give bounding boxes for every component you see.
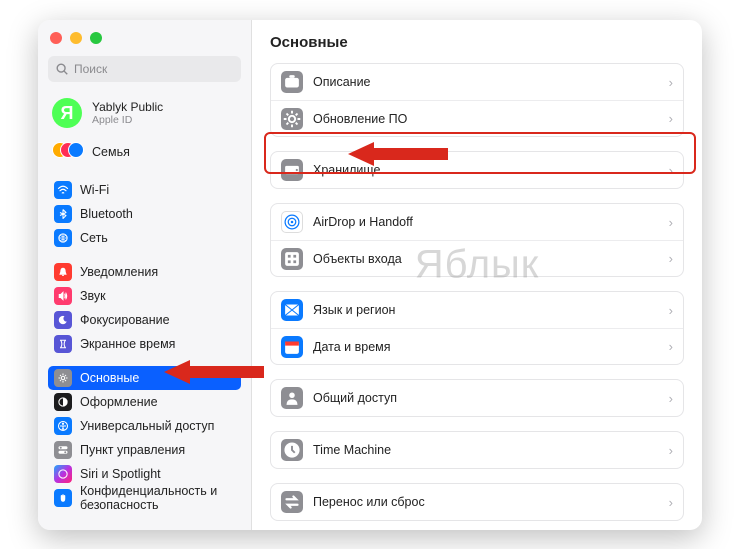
sidebar-item-label: Уведомления <box>80 265 158 279</box>
chevron-right-icon: › <box>669 303 673 318</box>
sidebar-item-2-2[interactable]: Универсальный доступ <box>48 414 241 438</box>
sidebar-item-2-0[interactable]: Основные <box>48 366 241 390</box>
account-sub: Apple ID <box>92 114 163 126</box>
chevron-right-icon: › <box>669 75 673 90</box>
sidebar-item-0-2[interactable]: Сеть <box>48 226 241 250</box>
sidebar-item-1-2[interactable]: Фокусирование <box>48 308 241 332</box>
search-icon <box>55 62 69 76</box>
sidebar-item-label: Wi-Fi <box>80 183 109 197</box>
row-label: Перенос или сброс <box>313 495 669 509</box>
sidebar-nav: Wi-Fi Bluetooth Сеть Уведомления Звук Фокусир… <box>48 178 241 510</box>
sidebar-item-label: Экранное время <box>80 337 175 351</box>
settings-group: Time Machine› <box>270 431 684 469</box>
chevron-right-icon: › <box>669 111 673 126</box>
row-label: Обновление ПО <box>313 112 669 126</box>
close-button[interactable] <box>50 32 62 44</box>
settings-group: Хранилище› <box>270 151 684 189</box>
sidebar-item-2-4[interactable]: Siri и Spotlight <box>48 462 241 486</box>
chevron-right-icon: › <box>669 391 673 406</box>
row-label: Дата и время <box>313 340 669 354</box>
sidebar: Я Yablyk Public Apple ID Семья Wi-Fi Blue… <box>38 20 252 530</box>
sidebar-item-label: Пункт управления <box>80 443 185 457</box>
settings-row-0-1[interactable]: Обновление ПО› <box>271 100 683 136</box>
chevron-right-icon: › <box>669 339 673 354</box>
chevron-right-icon: › <box>669 443 673 458</box>
settings-row-5-0[interactable]: Time Machine› <box>271 432 683 468</box>
page-title: Основные <box>270 34 684 51</box>
row-label: Объекты входа <box>313 252 669 266</box>
chevron-right-icon: › <box>669 495 673 510</box>
sidebar-item-1-3[interactable]: Экранное время <box>48 332 241 356</box>
settings-row-1-0[interactable]: Хранилище› <box>271 152 683 188</box>
row-label: Описание <box>313 75 669 89</box>
settings-row-3-1[interactable]: Дата и время› <box>271 328 683 364</box>
settings-group: Перенос или сброс› <box>270 483 684 521</box>
apple-id-section[interactable]: Я Yablyk Public Apple ID <box>48 92 241 138</box>
settings-window: Я Yablyk Public Apple ID Семья Wi-Fi Blue… <box>38 20 702 530</box>
settings-group: AirDrop и Handoff›Объекты входа› <box>270 203 684 277</box>
chevron-right-icon: › <box>669 251 673 266</box>
search-field-wrapper <box>48 56 241 82</box>
sidebar-item-2-5[interactable]: Конфиденциальность и безопасность <box>48 486 241 510</box>
row-label: AirDrop и Handoff <box>313 215 669 229</box>
settings-row-6-0[interactable]: Перенос или сброс› <box>271 484 683 520</box>
minimize-button[interactable] <box>70 32 82 44</box>
sidebar-item-label: Универсальный доступ <box>80 419 214 433</box>
sidebar-item-1-1[interactable]: Звук <box>48 284 241 308</box>
window-controls <box>48 32 241 44</box>
sidebar-item-label: Оформление <box>80 395 158 409</box>
main-content: Основные Описание›Обновление ПО›Хранилищ… <box>252 20 702 530</box>
settings-row-2-1[interactable]: Объекты входа› <box>271 240 683 276</box>
settings-group: Описание›Обновление ПО› <box>270 63 684 137</box>
settings-group: Язык и регион›Дата и время› <box>270 291 684 365</box>
settings-group: Общий доступ› <box>270 379 684 417</box>
row-label: Time Machine <box>313 443 669 457</box>
chevron-right-icon: › <box>669 163 673 178</box>
sidebar-item-label: Siri и Spotlight <box>80 467 161 481</box>
sidebar-item-label: Конфиденциальность и безопасность <box>80 484 235 512</box>
settings-row-0-0[interactable]: Описание› <box>271 64 683 100</box>
account-name: Yablyk Public <box>92 100 163 114</box>
maximize-button[interactable] <box>90 32 102 44</box>
family-icon <box>52 142 82 162</box>
search-input[interactable] <box>48 56 241 82</box>
family-section[interactable]: Семья <box>48 138 241 172</box>
sidebar-item-label: Звук <box>80 289 106 303</box>
sidebar-item-label: Фокусирование <box>80 313 170 327</box>
sidebar-item-label: Основные <box>80 371 139 385</box>
sidebar-item-1-0[interactable]: Уведомления <box>48 260 241 284</box>
row-label: Хранилище <box>313 163 669 177</box>
row-label: Общий доступ <box>313 391 669 405</box>
sidebar-item-label: Bluetooth <box>80 207 133 221</box>
settings-row-4-0[interactable]: Общий доступ› <box>271 380 683 416</box>
family-label: Семья <box>92 145 130 159</box>
sidebar-item-0-0[interactable]: Wi-Fi <box>48 178 241 202</box>
sidebar-item-0-1[interactable]: Bluetooth <box>48 202 241 226</box>
sidebar-item-label: Сеть <box>80 231 108 245</box>
sidebar-item-2-1[interactable]: Оформление <box>48 390 241 414</box>
row-label: Язык и регион <box>313 303 669 317</box>
settings-row-2-0[interactable]: AirDrop и Handoff› <box>271 204 683 240</box>
avatar: Я <box>52 98 82 128</box>
chevron-right-icon: › <box>669 215 673 230</box>
sidebar-item-2-3[interactable]: Пункт управления <box>48 438 241 462</box>
settings-row-3-0[interactable]: Язык и регион› <box>271 292 683 328</box>
